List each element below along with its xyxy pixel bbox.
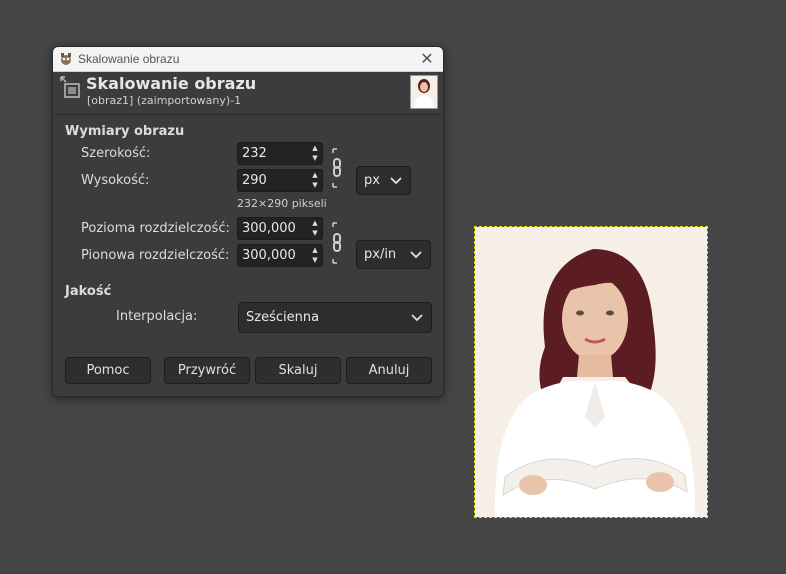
image-thumbnail <box>410 75 438 109</box>
width-spinbox[interactable]: 232 ▲ ▼ <box>237 142 323 165</box>
header-separator <box>53 114 443 115</box>
scale-image-dialog: Skalowanie obrazu ✕ Skalowanie obrazu [o… <box>52 46 444 397</box>
chevron-down-icon <box>390 177 402 185</box>
help-button[interactable]: Pomoc <box>65 357 151 384</box>
height-value: 290 <box>242 173 267 188</box>
size-unit-value: px <box>364 173 380 188</box>
chevron-down-icon <box>410 251 422 259</box>
chevron-down-icon <box>411 314 423 322</box>
chain-link-icon[interactable] <box>331 147 347 189</box>
yres-spinbox[interactable]: 300,000 ▲ ▼ <box>237 244 323 267</box>
gimp-wilber-icon <box>61 53 71 65</box>
increment-icon[interactable]: ▲ <box>308 245 322 255</box>
dialog-heading: Skalowanie obrazu <box>86 74 257 93</box>
reset-button[interactable]: Przywróć <box>164 357 250 384</box>
chain-link-icon[interactable] <box>331 221 347 265</box>
resolution-unit-value: px/in <box>364 247 397 262</box>
xres-value: 300,000 <box>242 221 296 236</box>
quality-section-title: Jakość <box>65 284 112 299</box>
image-name: [obraz1] (zaimportowany)-1 <box>87 94 242 107</box>
size-unit-select[interactable]: px <box>356 166 411 195</box>
interpolation-value: Sześcienna <box>246 310 320 325</box>
scale-image-icon <box>60 76 80 98</box>
decrement-icon[interactable]: ▼ <box>308 228 322 238</box>
dialog-header: Skalowanie obrazu [obraz1] (zaimportowan… <box>53 72 443 111</box>
image-canvas[interactable] <box>474 226 708 518</box>
window-title: Skalowanie obrazu <box>78 52 180 66</box>
portrait-image <box>475 227 707 517</box>
scale-button[interactable]: Skaluj <box>255 357 341 384</box>
close-icon[interactable]: ✕ <box>419 51 435 67</box>
height-spinbox[interactable]: 290 ▲ ▼ <box>237 169 323 192</box>
height-label: Wysokość: <box>81 173 150 188</box>
increment-icon[interactable]: ▲ <box>308 170 322 180</box>
size-section-title: Wymiary obrazu <box>65 124 185 139</box>
decrement-icon[interactable]: ▼ <box>308 255 322 265</box>
interpolation-label: Interpolacja: <box>116 309 198 324</box>
xres-spinbox[interactable]: 300,000 ▲ ▼ <box>237 217 323 240</box>
width-value: 232 <box>242 146 267 161</box>
cancel-button[interactable]: Anuluj <box>346 357 432 384</box>
decrement-icon[interactable]: ▼ <box>308 153 322 163</box>
resolution-unit-select[interactable]: px/in <box>356 240 431 269</box>
interpolation-select[interactable]: Sześcienna <box>238 302 432 333</box>
yres-value: 300,000 <box>242 248 296 263</box>
decrement-icon[interactable]: ▼ <box>308 180 322 190</box>
pixel-dimensions: 232×290 pikseli <box>237 197 327 210</box>
yres-label: Pionowa rozdzielczość: <box>81 248 230 263</box>
increment-icon[interactable]: ▲ <box>308 218 322 228</box>
width-label: Szerokość: <box>81 146 151 161</box>
xres-label: Pozioma rozdzielczość: <box>81 221 230 236</box>
increment-icon[interactable]: ▲ <box>308 143 322 153</box>
window-titlebar[interactable]: Skalowanie obrazu ✕ <box>53 47 443 72</box>
